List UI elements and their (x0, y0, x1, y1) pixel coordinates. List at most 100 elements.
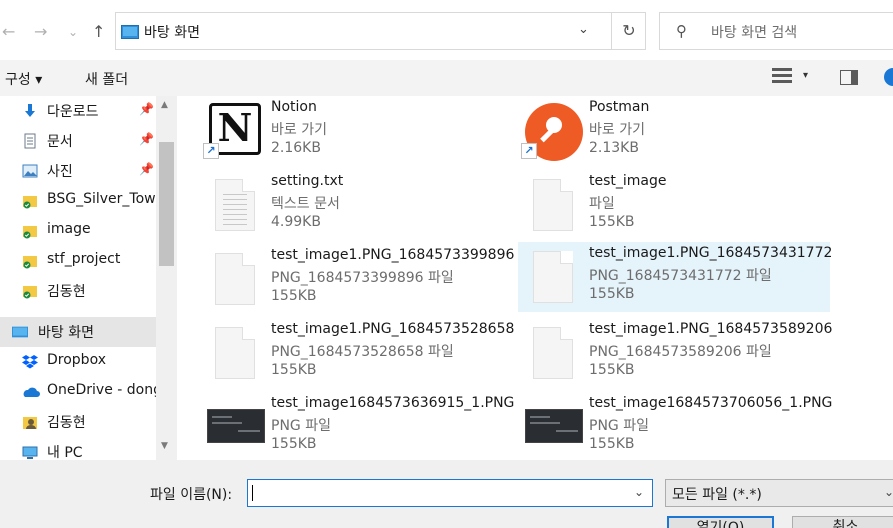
onedrive-icon (23, 387, 40, 397)
view-options-icon[interactable] (772, 68, 792, 86)
address-dropdown-button[interactable]: ⌄ (578, 22, 589, 37)
file-type: 파일 (589, 196, 615, 212)
sidebar-item-label: 문서 (47, 134, 73, 150)
image-thumbnail-icon (525, 399, 583, 455)
file-size: 155KB (271, 436, 317, 452)
filetype-select[interactable]: 모든 파일 (*.*) ⌄ (665, 479, 893, 507)
sidebar-item-pictures[interactable]: 사진 📌 (0, 156, 156, 186)
sidebar-item-dropbox[interactable]: Dropbox (0, 347, 156, 377)
sidebar-scrollbar[interactable]: ▲ ▼ (156, 96, 177, 460)
file-size: 155KB (271, 288, 317, 304)
scroll-up-arrow-icon[interactable]: ▲ (161, 100, 168, 110)
file-tile-test-image-706056[interactable]: test_image1684573706056_1.PNG PNG 파일 155… (495, 392, 832, 460)
filename-dropdown-button[interactable]: ⌄ (634, 485, 644, 499)
sidebar-item-image[interactable]: image (0, 216, 156, 246)
blank-file-icon (207, 251, 263, 307)
scroll-thumb[interactable] (159, 142, 174, 266)
file-name: test_image1684573636915_1.PNG (271, 395, 515, 411)
desktop-icon (121, 25, 139, 39)
file-tile-test-image1-589206[interactable]: test_image1.PNG_1684573589206 PNG_168457… (495, 318, 832, 388)
file-tile-test-image[interactable]: test_image 파일 155KB (495, 170, 807, 240)
sidebar-item-label: Dropbox (47, 352, 106, 368)
sidebar-item-label: OneDrive - dong (47, 382, 162, 398)
user-icon (23, 417, 37, 429)
dropbox-icon (22, 355, 38, 369)
forward-button[interactable]: → (34, 22, 47, 42)
sidebar-item-label: BSG_Silver_Town (47, 191, 165, 207)
file-tile-test-image1-528658[interactable]: test_image1.PNG_1684573528658 PNG_168457… (177, 318, 514, 388)
file-tile-notion[interactable]: N ↗ Notion 바로 가기 2.16KB (177, 96, 489, 166)
organize-menu[interactable]: 구성 ▾ (5, 69, 42, 89)
folder-sync-icon (23, 226, 37, 239)
file-name: Notion (271, 99, 317, 115)
refresh-button[interactable]: ↻ (611, 13, 646, 49)
sidebar-item-bsg-silver-town[interactable]: BSG_Silver_Town (0, 186, 164, 216)
file-name: test_image1.PNG_1684573431772 (589, 245, 833, 261)
cancel-button[interactable]: 취소 (792, 516, 893, 528)
search-icon: ⚲ (676, 22, 687, 40)
sidebar-item-downloads[interactable]: 다운로드 📌 (0, 96, 156, 126)
sidebar-item-onedrive[interactable]: OneDrive - dong (0, 377, 162, 407)
sidebar-item-user-folder[interactable]: 김동현 (0, 276, 156, 306)
pin-icon: 📌 (139, 132, 154, 146)
search-placeholder: 바탕 화면 검색 (711, 25, 798, 41)
sidebar-item-label: 사진 (47, 164, 73, 180)
help-icon[interactable] (884, 68, 893, 86)
file-name: test_image1.PNG_1684573528658 (271, 321, 515, 337)
pc-icon (22, 446, 38, 459)
sidebar-item-label: 김동현 (47, 415, 86, 431)
blank-file-icon (525, 177, 581, 233)
sidebar-item-label: 내 PC (47, 445, 83, 460)
file-tile-postman[interactable]: ↗ Postman 바로 가기 2.13KB (495, 96, 807, 166)
file-type: PNG 파일 (589, 418, 649, 434)
desktop-icon (12, 326, 28, 338)
navigation-pane: 다운로드 📌 문서 📌 사진 📌 BSG_Silver_Town image s… (0, 96, 177, 460)
sidebar-item-this-pc[interactable]: 내 PC (0, 437, 156, 460)
file-tile-setting-txt[interactable]: setting.txt 텍스트 문서 4.99KB (177, 170, 489, 240)
sidebar-item-documents[interactable]: 문서 📌 (0, 126, 156, 156)
file-tile-test-image1-431772[interactable]: test_image1.PNG_1684573431772 PNG_168457… (518, 242, 833, 312)
postman-icon: ↗ (521, 103, 583, 161)
new-folder-button[interactable]: 새 폴더 (85, 69, 128, 89)
file-name: test_image (589, 173, 667, 189)
address-row: ← → ⌄ ↑ 바탕 화면 ⌄ ↻ ⚲ 바탕 화면 검색 (0, 0, 893, 60)
pin-icon: 📌 (139, 102, 154, 116)
file-type: PNG_1684573528658 파일 (271, 344, 454, 360)
preview-pane-icon[interactable] (840, 70, 858, 85)
folder-sync-icon (23, 196, 37, 209)
sidebar-item-user[interactable]: 김동현 (0, 407, 156, 437)
file-name: test_image1684573706056_1.PNG (589, 395, 833, 411)
text-file-icon (207, 177, 263, 233)
file-type: 바로 가기 (589, 122, 645, 138)
filename-label: 파일 이름(N): (150, 487, 233, 503)
up-button[interactable]: ↑ (92, 22, 105, 42)
file-size: 4.99KB (271, 214, 321, 230)
search-input[interactable]: ⚲ 바탕 화면 검색 (659, 12, 893, 50)
scroll-down-arrow-icon[interactable]: ▼ (161, 441, 168, 451)
sidebar-item-label: 바탕 화면 (38, 325, 94, 341)
blank-file-icon (525, 249, 581, 305)
file-size: 155KB (271, 362, 317, 378)
pictures-icon (22, 164, 38, 178)
toolbar: 구성 ▾ 새 폴더 ▾ (0, 60, 893, 96)
pin-icon: 📌 (139, 162, 154, 176)
shortcut-arrow-icon: ↗ (521, 143, 537, 159)
address-bar[interactable]: 바탕 화면 ⌄ ↻ (115, 12, 646, 50)
view-options-dropdown[interactable]: ▾ (803, 70, 808, 81)
filename-input[interactable]: ⌄ (247, 479, 653, 507)
file-type: 텍스트 문서 (271, 196, 340, 212)
file-size: 155KB (589, 362, 635, 378)
open-button[interactable]: 열기(O) (667, 516, 774, 528)
sidebar-item-desktop[interactable]: 바탕 화면 (0, 317, 156, 347)
file-type: PNG 파일 (271, 418, 331, 434)
folder-sync-icon (23, 256, 37, 269)
file-name: test_image1.PNG_1684573589206 (589, 321, 833, 337)
recent-locations-button[interactable]: ⌄ (68, 22, 78, 42)
sidebar-item-label: stf_project (47, 251, 121, 267)
file-tile-test-image-636915[interactable]: test_image1684573636915_1.PNG PNG 파일 155… (177, 392, 514, 460)
file-type: PNG_1684573431772 파일 (589, 268, 772, 284)
back-button[interactable]: ← (2, 22, 15, 42)
file-tile-test-image1-399896[interactable]: test_image1.PNG_1684573399896 PNG_168457… (177, 244, 514, 314)
dialog-footer: 파일 이름(N): ⌄ 모든 파일 (*.*) ⌄ 열기(O) 취소 (0, 460, 893, 528)
sidebar-item-stf-project[interactable]: stf_project (0, 246, 156, 276)
